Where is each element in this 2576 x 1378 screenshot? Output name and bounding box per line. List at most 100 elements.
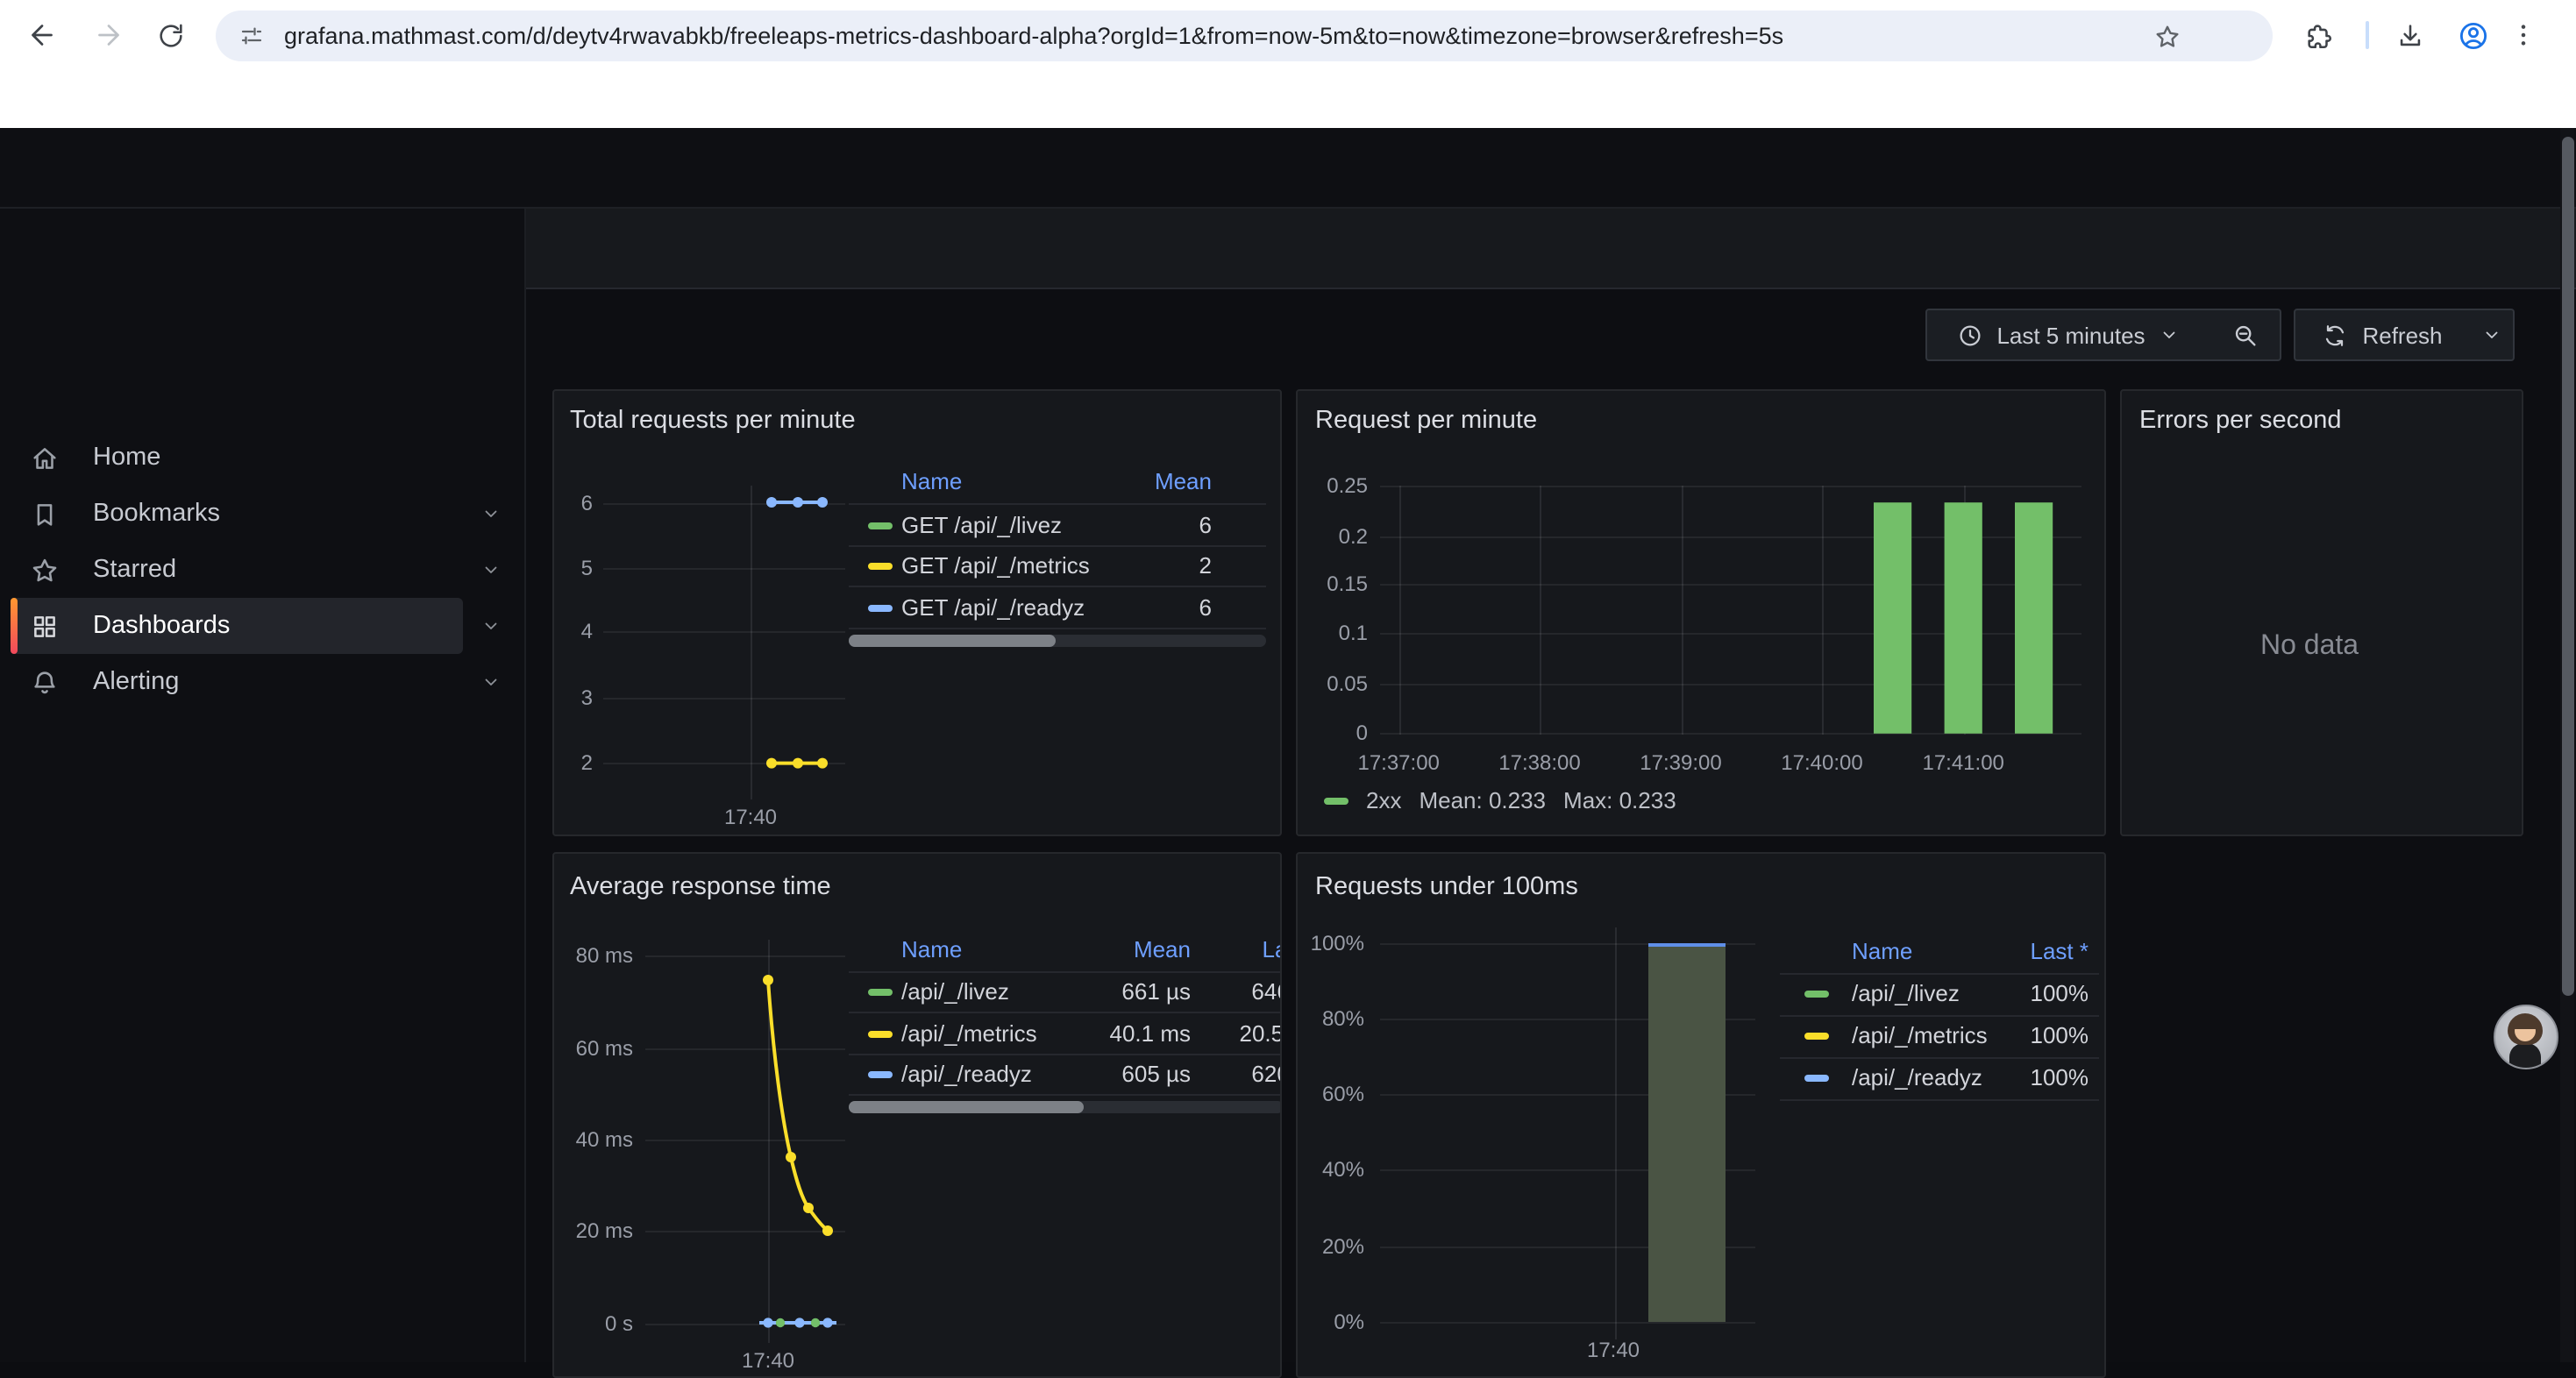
panel-title[interactable]: Errors per second [2139, 407, 2342, 435]
legend-series-swatch[interactable] [868, 1030, 893, 1037]
legend-series-name[interactable]: /api/_/readyz [1852, 1063, 1982, 1090]
sidebar-item-alerting[interactable]: Alerting [11, 654, 463, 710]
sidebar-expand-starred[interactable] [475, 542, 507, 598]
y-axis-tick-label: 0.15 [1298, 572, 1368, 597]
legend-series-value: 646 µs [1251, 978, 1282, 1005]
y-axis-tick-label: 100% [1298, 930, 1364, 955]
gridline-horizontal [1380, 486, 2081, 487]
assistant-avatar[interactable] [2494, 1005, 2558, 1069]
legend-series-name[interactable]: /api/_/livez [1852, 979, 1960, 1005]
legend-series-name[interactable]: /api/_/readyz [901, 1061, 1032, 1087]
sidebar-expand-bookmarks[interactable] [475, 486, 507, 542]
y-axis-tick-label: 0.25 [1298, 473, 1368, 498]
gridline-horizontal [603, 502, 845, 504]
extensions-button[interactable] [2299, 16, 2338, 54]
chevron-down-icon [480, 559, 502, 580]
sidebar-expand-alerting[interactable] [475, 654, 507, 710]
dashboard-toolbar: Export Share [526, 209, 2576, 289]
legend-header-Last *[interactable]: Last * [1263, 936, 1283, 962]
sidebar-item-home[interactable]: Home [11, 430, 463, 486]
url-bar[interactable] [216, 11, 2273, 61]
legend-divider [1780, 973, 2099, 975]
legend-hscrollbar-thumb[interactable] [849, 635, 1056, 647]
legend-series-swatch[interactable] [1804, 1074, 1829, 1081]
home-icon [30, 443, 60, 472]
legend-series-name[interactable]: GET /api/_/metrics [901, 552, 1090, 579]
legend-header-name[interactable]: Name [901, 468, 962, 494]
refresh-interval-button[interactable] [2469, 309, 2515, 361]
y-axis-tick-label: 4 [554, 620, 593, 644]
legend-series-value: 100% [2031, 1021, 2089, 1048]
forward-button[interactable] [89, 16, 128, 54]
legend-series-name[interactable]: /api/_/metrics [901, 1019, 1037, 1046]
x-axis-tick-label: 17:38:00 [1487, 750, 1592, 775]
legend-series-swatch[interactable] [868, 563, 893, 570]
panel-errors-per-second[interactable]: Errors per second No data [2120, 389, 2523, 836]
legend-series-name[interactable]: /api/_/metrics [1852, 1021, 1988, 1048]
legend-series-name[interactable]: GET /api/_/readyz [901, 593, 1085, 620]
gridline-horizontal [1380, 734, 2081, 735]
y-axis-tick-label: 0.1 [1298, 622, 1368, 646]
zoom-out-time-button[interactable] [2210, 309, 2281, 361]
legend-header-name[interactable]: Name [1852, 938, 1912, 964]
gridline-horizontal [603, 632, 845, 634]
panel-title[interactable]: Request per minute [1315, 407, 1537, 435]
legend-series-swatch[interactable] [868, 1071, 893, 1078]
sidebar-item-bookmarks[interactable]: Bookmarks [11, 486, 463, 542]
legend-header-name[interactable]: Name [901, 936, 962, 962]
legend-header-Mean[interactable]: Mean [1134, 936, 1191, 962]
gridline-time [768, 940, 770, 1343]
sidebar-item-dashboards[interactable]: Dashboards [11, 598, 463, 654]
sidebar-item-starred[interactable]: Starred [11, 542, 463, 598]
legend-series-value: 605 µs [1121, 1061, 1191, 1087]
sidebar-item-label: Starred [93, 556, 176, 584]
legend-series-value: 40.1 ms [1110, 1019, 1192, 1046]
panel-request-per-minute[interactable]: Request per minute 0.250.20.150.10.05017… [1296, 389, 2106, 836]
legend-series-swatch[interactable] [1804, 1032, 1829, 1039]
panel-title[interactable]: Requests under 100ms [1315, 873, 1578, 901]
legend-header-Last *[interactable]: Last * [2031, 938, 2089, 964]
panel-title[interactable]: Total requests per minute [570, 407, 856, 435]
panel-title[interactable]: Average response time [570, 873, 831, 901]
y-axis-tick-label: 20 ms [554, 1218, 633, 1243]
legend-bottom[interactable]: 2xxMean: 0.233Max: 0.233 [1324, 787, 1676, 813]
y-axis-tick-label: 0 [1298, 721, 1368, 746]
time-range-picker[interactable]: Last 5 minutes [1925, 309, 2211, 361]
panel-requests-under-100ms[interactable]: Requests under 100ms 100%80%60%40%20%0%1… [1296, 852, 2106, 1378]
sidebar-item-label: Dashboards [93, 612, 230, 640]
legend-series-swatch[interactable] [868, 522, 893, 529]
legend-series-swatch[interactable] [868, 604, 893, 611]
gridline-horizontal [645, 955, 845, 957]
tune-icon[interactable] [238, 23, 265, 49]
profile-button[interactable] [2453, 16, 2492, 54]
legend-hscrollbar-thumb[interactable] [849, 1101, 1084, 1113]
legend-series-name[interactable]: 2xx [1366, 787, 1401, 813]
grid-icon [30, 611, 60, 641]
legend-series-name[interactable]: GET /api/_/livez [901, 511, 1062, 537]
panel-average-response-time[interactable]: Average response time 80 ms60 ms40 ms20 … [552, 852, 1282, 1378]
back-button[interactable] [23, 16, 61, 54]
legend-series-name[interactable]: /api/_/livez [901, 978, 1009, 1005]
sidebar-item-label: Bookmarks [93, 500, 220, 528]
browser-toolbar [0, 0, 2576, 72]
legend-series-value: 620 µs [1251, 1061, 1282, 1087]
panel-total-requests-per-minute[interactable]: Total requests per minute 6543217:40Name… [552, 389, 1282, 836]
grafana-header: Grafana Home Dashboards Freeleaps Metric… [0, 128, 2576, 209]
reload-button[interactable] [151, 16, 189, 54]
legend-series-value: 6 [1199, 593, 1212, 620]
legend-series-swatch[interactable] [1804, 990, 1829, 997]
url-input[interactable] [281, 21, 2146, 51]
page-scrollbar-thumb[interactable] [2561, 137, 2573, 996]
legend-divider [849, 1053, 1282, 1055]
sidebar-expand-dashboards[interactable] [475, 598, 507, 654]
chart-series [554, 854, 1282, 1378]
gridline-horizontal [645, 1231, 845, 1232]
bookmark-star-icon[interactable] [2153, 22, 2181, 50]
gridline-horizontal [1380, 683, 2081, 685]
refresh-button[interactable]: Refresh [2294, 309, 2471, 361]
downloads-button[interactable] [2390, 16, 2429, 54]
legend-series-swatch[interactable] [868, 989, 893, 996]
legend-header-Mean[interactable]: Mean [1155, 468, 1212, 494]
browser-menu-button[interactable] [2506, 16, 2541, 54]
sidebar-item-label: Home [93, 444, 160, 472]
